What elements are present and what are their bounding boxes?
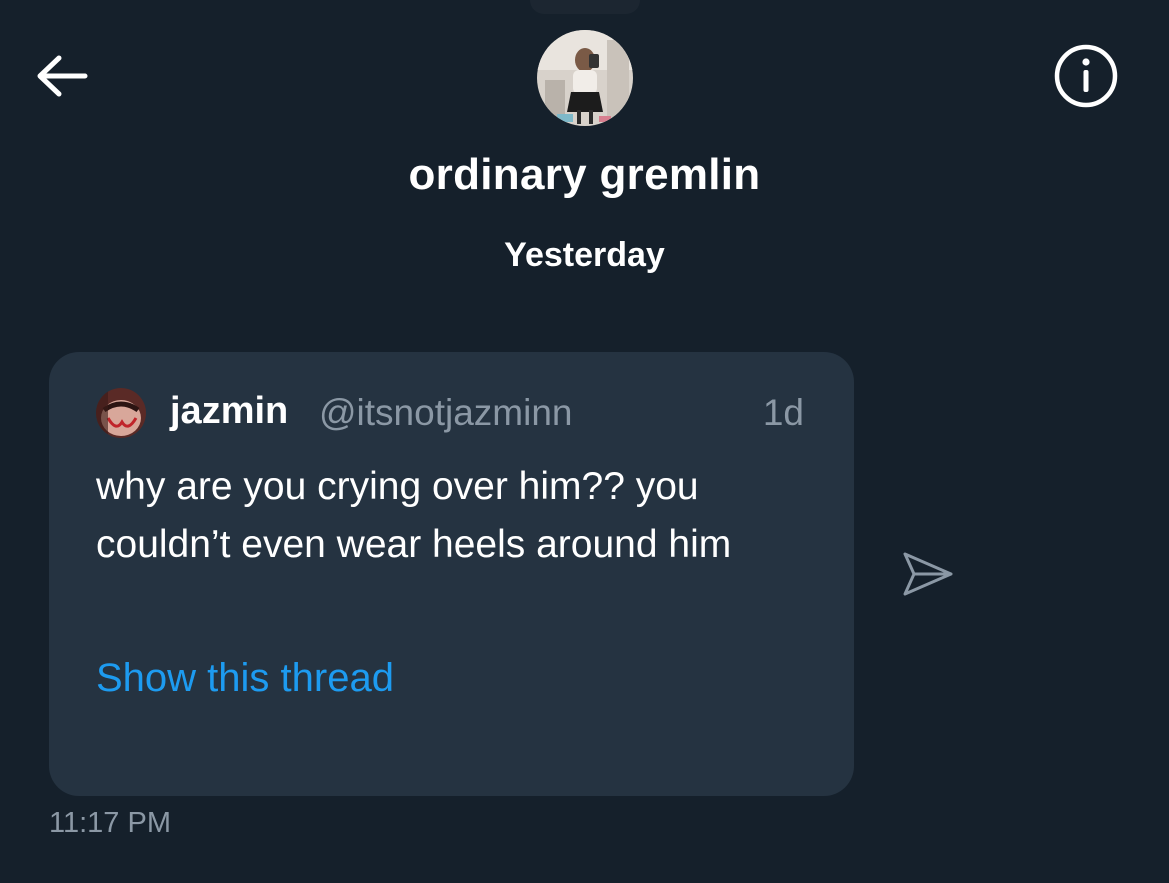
tweet-author-avatar [96, 388, 146, 438]
share-tweet-button[interactable] [896, 546, 960, 606]
tweet-author-handle: @itsnotjazminn [319, 392, 573, 433]
message-timestamp: 11:17 PM [49, 807, 171, 839]
date-divider: Yesterday [504, 236, 665, 274]
status-notch [530, 0, 640, 14]
tweet-author-name: jazmin [170, 390, 289, 432]
tweet-time-ago: 1d [762, 392, 804, 433]
send-icon [901, 548, 955, 605]
conversation-avatar[interactable] [537, 30, 633, 126]
show-thread-link[interactable]: Show this thread [96, 656, 394, 701]
tweet-text: why are you crying over him?? you couldn… [96, 465, 732, 566]
conversation-title: ordinary gremlin [408, 150, 761, 199]
shared-tweet-card[interactable]: jazmin @itsnotjazminn 1d why are you cry… [49, 352, 854, 796]
arrow-left-icon [33, 54, 89, 103]
back-button[interactable] [28, 50, 94, 106]
info-button[interactable] [1050, 42, 1122, 114]
info-circle-icon [1053, 43, 1119, 114]
